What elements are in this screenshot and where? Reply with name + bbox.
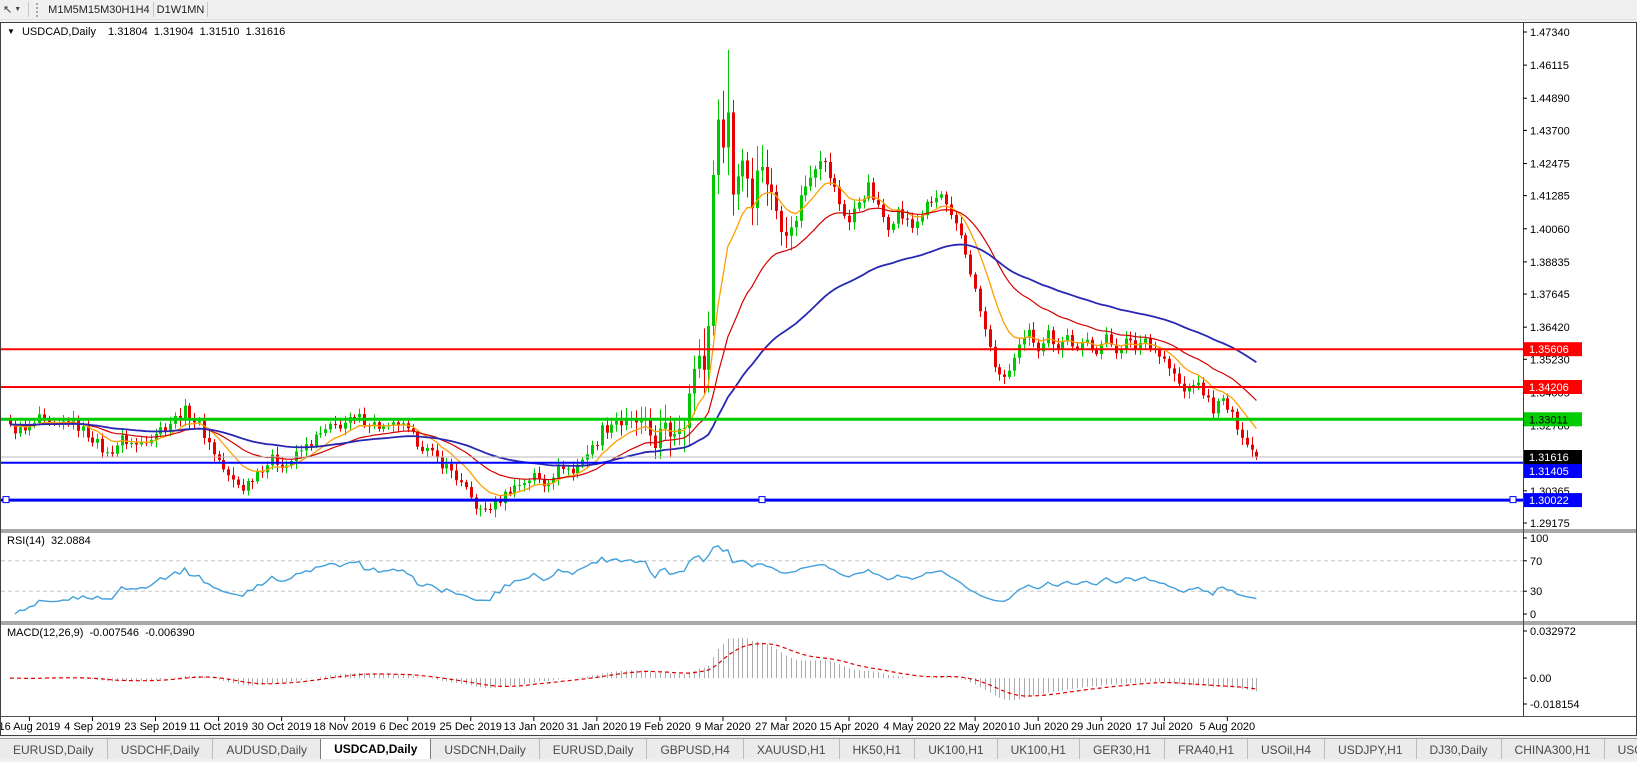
svg-text:1.33011: 1.33011 — [1529, 414, 1568, 426]
svg-text:1.29175: 1.29175 — [1530, 518, 1570, 530]
chart-tab-china300-h1[interactable]: CHINA300,H1 — [1501, 739, 1604, 760]
svg-text:1.46115: 1.46115 — [1530, 60, 1569, 72]
svg-text:1.47340: 1.47340 — [1530, 27, 1570, 39]
timeframe-button-h1[interactable]: H1 — [122, 4, 136, 16]
toolbar-separator — [153, 2, 154, 17]
svg-text:1.42475: 1.42475 — [1530, 159, 1570, 171]
timeframe-button-mn[interactable]: MN — [187, 4, 204, 16]
chart-tab-gbpusd-h4[interactable]: GBPUSD,H4 — [646, 739, 742, 760]
toolbar-separator — [207, 2, 208, 17]
svg-text:17 Jul 2020: 17 Jul 2020 — [1136, 721, 1193, 733]
chart-tab-usdchf-daily[interactable]: USDCHF,Daily — [107, 739, 213, 760]
svg-text:1.30022: 1.30022 — [1529, 495, 1569, 507]
rsi-indicator-label: RSI(14) 32.0884 — [7, 535, 94, 547]
svg-text:0.00: 0.00 — [1530, 673, 1551, 685]
chart-tab-dj30-daily[interactable]: DJ30,Daily — [1416, 739, 1501, 760]
svg-text:4 Sep 2019: 4 Sep 2019 — [64, 721, 120, 733]
chart-tab-xauusd-h1[interactable]: XAUUSD,H1 — [743, 739, 839, 760]
svg-text:19 Feb 2020: 19 Feb 2020 — [629, 721, 691, 733]
svg-text:18 Nov 2019: 18 Nov 2019 — [313, 721, 375, 733]
rsi-value: 32.0884 — [51, 535, 91, 547]
ohlc-low: 1.31510 — [200, 26, 240, 38]
timeframe-button-d1[interactable]: D1 — [157, 4, 171, 16]
svg-text:30: 30 — [1530, 586, 1542, 598]
timeframe-button-w1[interactable]: W1 — [171, 4, 188, 16]
svg-text:25 Dec 2019: 25 Dec 2019 — [440, 721, 502, 733]
svg-text:31 Jan 2020: 31 Jan 2020 — [567, 721, 628, 733]
svg-text:1.34206: 1.34206 — [1529, 382, 1569, 394]
chart-tab-audusd-daily[interactable]: AUDUSD,Daily — [212, 739, 320, 760]
svg-text:10 Jun 2020: 10 Jun 2020 — [1008, 721, 1069, 733]
chart-tab-eurusd-daily-2[interactable]: EURUSD,Daily — [539, 739, 647, 760]
toolbar-separator — [28, 2, 29, 17]
macd-signal-value: -0.006390 — [145, 627, 195, 639]
svg-text:1.38835: 1.38835 — [1530, 257, 1570, 269]
svg-text:16 Aug 2019: 16 Aug 2019 — [0, 721, 60, 733]
timeframe-button-h4[interactable]: H4 — [136, 4, 150, 16]
ohlc-close: 1.31616 — [246, 26, 286, 38]
svg-text:5 Aug 2020: 5 Aug 2020 — [1200, 721, 1256, 733]
svg-text:4 May 2020: 4 May 2020 — [883, 721, 940, 733]
svg-text:9 Mar 2020: 9 Mar 2020 — [695, 721, 751, 733]
svg-text:1.37645: 1.37645 — [1530, 289, 1570, 301]
rsi-name: RSI(14) — [7, 535, 45, 547]
svg-text:1.31616: 1.31616 — [1529, 452, 1569, 464]
svg-text:15 Apr 2020: 15 Apr 2020 — [819, 721, 878, 733]
svg-text:13 Jan 2020: 13 Jan 2020 — [504, 721, 565, 733]
chart-tab-hk50-h1[interactable]: HK50,H1 — [839, 739, 915, 760]
timeframe-button-m30[interactable]: M30 — [100, 4, 121, 16]
svg-text:0.032972: 0.032972 — [1530, 626, 1576, 638]
timeframe-toolbar: ↖ ▼ M1 M5 M15 M30 H1 H4 D1 W1 MN — [0, 0, 1637, 20]
svg-text:22 May 2020: 22 May 2020 — [943, 721, 1007, 733]
ohlc-high: 1.31904 — [154, 26, 194, 38]
svg-text:1.40060: 1.40060 — [1530, 224, 1570, 236]
svg-text:1.31405: 1.31405 — [1529, 466, 1569, 478]
macd-main-value: -0.007546 — [89, 627, 139, 639]
chart-tab-usdcnh-daily[interactable]: USDCNH,Daily — [431, 739, 538, 760]
cursor-icon[interactable]: ↖ — [0, 3, 14, 16]
chart-canvas[interactable]: 1.47340 1.46115 1.44890 1.43700 1.42475 1.412… — [0, 0, 1637, 762]
svg-text:1.43700: 1.43700 — [1530, 125, 1570, 137]
chart-symbol-label: USDCAD,Daily — [22, 26, 96, 38]
svg-text:1.41285: 1.41285 — [1530, 191, 1570, 203]
chart-tab-ger30-h1[interactable]: GER30,H1 — [1079, 739, 1164, 760]
chart-tab-usoil-h1[interactable]: USOil,H1 — [1604, 739, 1637, 760]
svg-text:6 Dec 2019: 6 Dec 2019 — [380, 721, 436, 733]
chart-title: ▼ USDCAD,Daily 1.31804 1.31904 1.31510 1… — [7, 26, 288, 38]
svg-text:23 Sep 2019: 23 Sep 2019 — [124, 721, 186, 733]
ohlc-open: 1.31804 — [108, 26, 148, 38]
chart-title-marker-icon[interactable]: ▼ — [7, 27, 15, 36]
svg-text:-0.018154: -0.018154 — [1530, 699, 1580, 711]
macd-indicator-label: MACD(12,26,9) -0.007546 -0.006390 — [7, 627, 198, 639]
timeframe-button-m1[interactable]: M1 — [48, 4, 63, 16]
timeframe-button-m15[interactable]: M15 — [79, 4, 100, 16]
timeframe-button-m5[interactable]: M5 — [63, 4, 78, 16]
svg-text:1.35606: 1.35606 — [1529, 344, 1569, 356]
svg-text:0: 0 — [1530, 609, 1536, 621]
chart-tab-usdjpy-h1[interactable]: USDJPY,H1 — [1324, 739, 1415, 760]
chart-tab-usdcad-daily[interactable]: USDCAD,Daily — [320, 738, 431, 760]
chart-tab-uk100-h1-2[interactable]: UK100,H1 — [997, 739, 1079, 760]
chart-tab-usoil-h4[interactable]: USOil,H4 — [1247, 739, 1324, 760]
svg-text:1.36420: 1.36420 — [1530, 322, 1570, 334]
macd-name: MACD(12,26,9) — [7, 627, 83, 639]
chart-tab-uk100-h1[interactable]: UK100,H1 — [914, 739, 996, 760]
toolbar-grip-handle[interactable] — [36, 3, 42, 17]
chart-tab-eurusd-daily[interactable]: EURUSD,Daily — [0, 739, 107, 760]
chart-tab-fra40-h1[interactable]: FRA40,H1 — [1164, 739, 1247, 760]
svg-text:30 Oct 2019: 30 Oct 2019 — [252, 721, 312, 733]
svg-text:70: 70 — [1530, 556, 1542, 568]
toolbar-dropdown-caret-icon[interactable]: ▼ — [14, 6, 25, 13]
svg-text:100: 100 — [1530, 533, 1548, 545]
svg-text:11 Oct 2019: 11 Oct 2019 — [189, 721, 248, 733]
svg-text:29 Jun 2020: 29 Jun 2020 — [1071, 721, 1132, 733]
svg-text:27 Mar 2020: 27 Mar 2020 — [755, 721, 817, 733]
chart-tab-bar: EURUSD,Daily USDCHF,Daily AUDUSD,Daily U… — [0, 738, 1637, 760]
svg-text:1.44890: 1.44890 — [1530, 93, 1570, 105]
